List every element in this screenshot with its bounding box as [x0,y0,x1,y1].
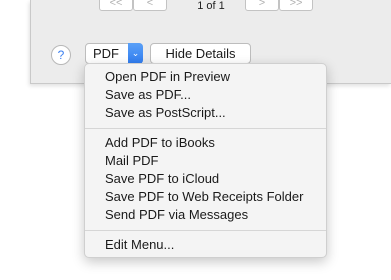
pdf-menu-button[interactable]: PDF ⌄ [85,43,143,64]
menu-item-mail-pdf[interactable]: Mail PDF [105,153,158,169]
menu-separator [85,128,326,129]
prev-page-button[interactable]: < [133,0,167,11]
first-page-button[interactable]: << [99,0,133,11]
menu-item-save-as-postscript[interactable]: Save as PostScript... [105,105,226,121]
hide-details-button[interactable]: Hide Details [150,43,251,64]
last-page-button[interactable]: >> [279,0,313,11]
pdf-dropdown-menu: Open PDF in Preview Save as PDF... Save … [84,63,327,258]
menu-item-save-pdf-to-web-receipts[interactable]: Save PDF to Web Receipts Folder [105,189,303,205]
menu-item-send-pdf-via-messages[interactable]: Send PDF via Messages [105,207,248,223]
menu-item-edit-menu[interactable]: Edit Menu... [105,237,174,253]
menu-item-save-pdf-to-icloud[interactable]: Save PDF to iCloud [105,171,219,187]
next-page-button[interactable]: > [245,0,279,11]
help-button[interactable]: ? [51,45,71,65]
chevron-down-icon[interactable]: ⌄ [128,43,143,64]
menu-item-add-pdf-to-ibooks[interactable]: Add PDF to iBooks [105,135,215,151]
menu-separator [85,230,326,231]
menu-item-save-as-pdf[interactable]: Save as PDF... [105,87,191,103]
menu-item-open-pdf-in-preview[interactable]: Open PDF in Preview [105,69,230,85]
page-indicator: 1 of 1 [197,0,225,12]
pdf-button-label: PDF [93,46,119,61]
